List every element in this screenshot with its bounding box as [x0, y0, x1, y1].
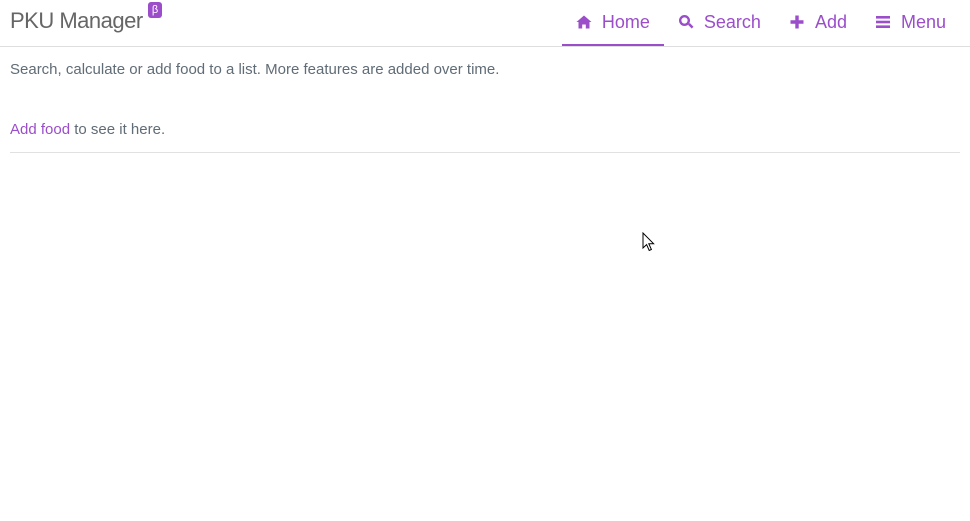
- nav-menu[interactable]: Menu: [861, 0, 970, 44]
- nav-search[interactable]: Search: [664, 0, 775, 44]
- nav-add-label: Add: [814, 11, 847, 32]
- nav-add[interactable]: Add: [775, 0, 861, 44]
- app-header: PKU Manager β Home Search Add Menu: [0, 0, 970, 47]
- empty-list-message: Add food to see it here.: [10, 121, 165, 138]
- empty-list-text: to see it here.: [70, 121, 166, 138]
- intro-text: Search, calculate or add food to a list.…: [10, 61, 500, 78]
- divider: [10, 152, 960, 153]
- plus-icon: [790, 15, 804, 29]
- add-food-link[interactable]: Add food: [10, 121, 70, 138]
- mouse-cursor-icon: [642, 232, 655, 252]
- search-icon: [678, 15, 694, 29]
- bars-icon: [875, 16, 890, 28]
- beta-badge: β: [148, 2, 162, 18]
- main-nav: Home Search Add Menu: [561, 0, 970, 46]
- brand-title[interactable]: PKU Manager: [10, 8, 143, 34]
- nav-home-label: Home: [601, 11, 650, 32]
- nav-home[interactable]: Home: [561, 0, 664, 46]
- nav-search-label: Search: [703, 11, 761, 32]
- nav-menu-label: Menu: [900, 11, 946, 32]
- page: PKU Manager β Home Search Add Menu Searc…: [0, 0, 970, 521]
- home-icon: [576, 15, 592, 29]
